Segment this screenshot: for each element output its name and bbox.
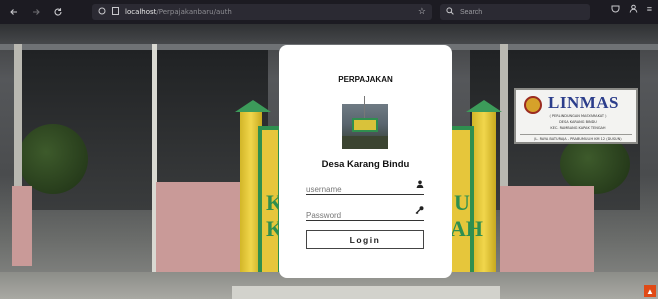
forward-arrow-icon[interactable]	[28, 4, 44, 20]
page-icon[interactable]	[112, 7, 119, 17]
gate-letter-right-2: AH	[450, 216, 483, 241]
search-placeholder: Search	[460, 8, 483, 16]
shield-icon[interactable]	[98, 7, 106, 17]
search-bar[interactable]: Search	[440, 4, 590, 20]
village-photo-logo	[342, 94, 388, 149]
toolbar-right: ≡	[611, 4, 652, 15]
gate-post-right	[472, 112, 496, 280]
account-icon[interactable]	[629, 4, 638, 15]
sign-line-1: ( PERLINDUNGAN MASYARAKAT )	[549, 114, 607, 118]
password-input[interactable]	[306, 208, 406, 223]
linmas-sign: LINMAS ( PERLINDUNGAN MASYARAKAT ) DESA …	[514, 88, 638, 144]
notification-flame-icon[interactable]: ▲	[644, 285, 656, 297]
reload-icon[interactable]	[50, 4, 66, 20]
logo-flagpole	[364, 96, 365, 118]
login-button[interactable]: Login	[306, 230, 424, 249]
village-name: Desa Karang Bindu	[321, 159, 410, 170]
sign-footer: JL. RAYA BATURAJA - PRABUMULIH KM 12 (DU…	[534, 137, 622, 141]
browser-window: localhost/Perpajakanbaru/auth ☆ Search ≡	[0, 0, 658, 299]
login-card: PERPAJAKAN Desa Karang Bindu Login	[279, 45, 452, 278]
login-title: PERPAJAKAN	[338, 75, 393, 84]
url-bar[interactable]: localhost/Perpajakanbaru/auth ☆	[92, 4, 432, 20]
gate-cap-right	[466, 100, 502, 112]
url-host: localhost	[125, 8, 157, 16]
url-path: /Perpajakanbaru/auth	[156, 8, 232, 16]
user-icon	[416, 180, 424, 190]
tree-left	[18, 124, 88, 194]
logo-gate	[352, 118, 378, 132]
linmas-emblem-icon	[524, 96, 542, 114]
gate-cap-left	[235, 100, 271, 112]
browser-toolbar: localhost/Perpajakanbaru/auth ☆ Search ≡	[0, 0, 658, 24]
sign-line-3: KEC. RAMBANG KAPAK TENGAH	[550, 126, 606, 130]
gate-letter-right-1: U	[454, 190, 470, 215]
password-field	[306, 205, 424, 223]
sign-line-2: DESA KARANG BINDU	[559, 120, 597, 124]
search-icon	[446, 7, 454, 17]
back-arrow-icon[interactable]	[6, 4, 22, 20]
key-icon	[415, 206, 424, 216]
wall-left	[12, 186, 32, 266]
username-input[interactable]	[306, 182, 406, 197]
pocket-icon[interactable]	[611, 4, 620, 15]
logo-ground	[342, 136, 388, 149]
entrance-step	[232, 286, 500, 299]
bookmark-star-icon[interactable]: ☆	[418, 6, 426, 17]
sign-divider	[520, 134, 632, 135]
menu-icon[interactable]: ≡	[647, 4, 652, 15]
pillar-right	[500, 44, 508, 204]
sign-title: LINMAS	[548, 93, 620, 112]
wall-center-left	[156, 182, 242, 278]
url-text[interactable]: localhost/Perpajakanbaru/auth	[125, 8, 232, 16]
username-field	[306, 179, 424, 197]
